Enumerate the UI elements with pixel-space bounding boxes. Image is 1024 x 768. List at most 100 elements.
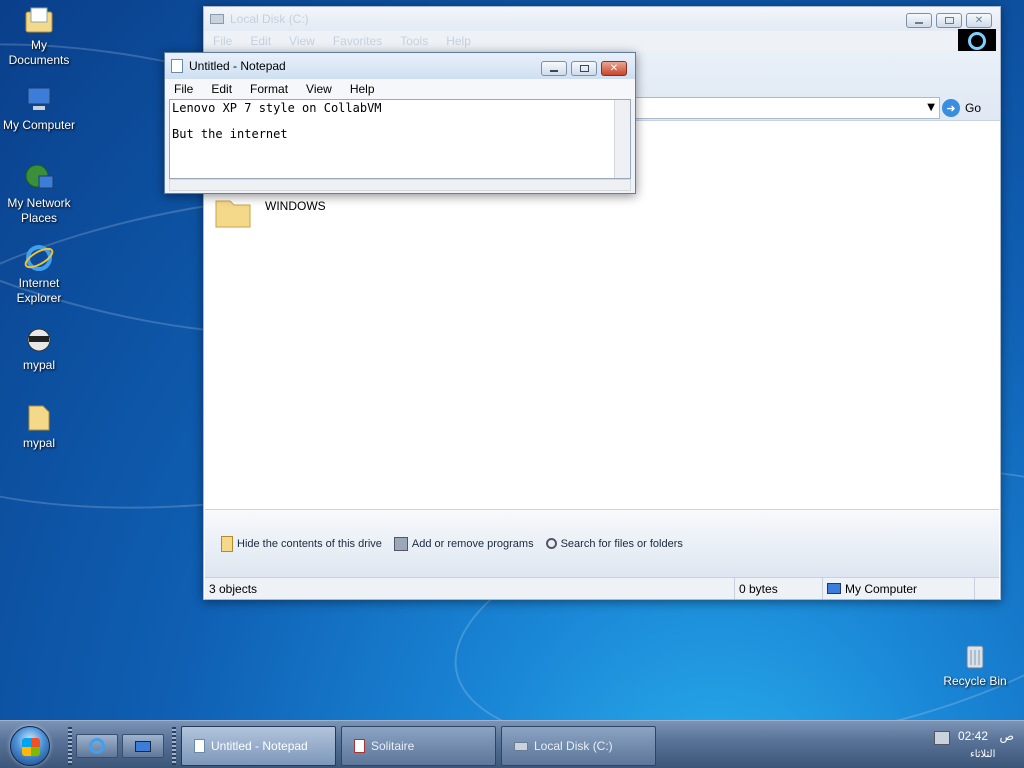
menu-edit[interactable]: Edit (202, 82, 241, 96)
close-button[interactable]: ✕ (966, 13, 992, 28)
quicklaunch-grip[interactable] (68, 727, 72, 765)
desktop-icon-label: Recycle Bin (943, 674, 1007, 688)
menu-help[interactable]: Help (437, 34, 480, 48)
taskbar-button-label: Solitaire (371, 739, 415, 753)
drive-icon (210, 14, 224, 24)
restore-icon (579, 65, 589, 72)
desktop-icon-recycle-bin[interactable]: Recycle Bin (936, 640, 1014, 689)
text-line: But the internet (172, 127, 288, 141)
notepad-icon (171, 59, 183, 73)
resize-grip[interactable] (975, 578, 999, 599)
maximize-button[interactable] (936, 13, 962, 28)
desktop-icon-label: My Network Places (7, 196, 71, 225)
status-bar: 3 objects 0 bytes My Computer (205, 577, 999, 599)
quicklaunch-show-desktop[interactable] (122, 734, 164, 758)
safely-remove-icon[interactable] (934, 731, 950, 745)
notepad-text-area[interactable]: Lenovo XP 7 style on CollabVM But the in… (169, 99, 631, 179)
go-label: Go (965, 101, 982, 115)
explorer-caption-buttons: ✕ (906, 13, 992, 28)
folder-icon (221, 535, 233, 552)
vertical-scrollbar[interactable] (614, 100, 630, 178)
explorer-titlebar[interactable]: Local Disk (C:) (204, 7, 1000, 31)
menu-file[interactable]: File (204, 34, 241, 48)
desktop-icon-label: mypal (22, 436, 55, 450)
clock-day: الثلاثاء (970, 749, 996, 760)
task-search[interactable]: Search for files or folders (545, 538, 683, 550)
task-hide-contents[interactable]: Hide the contents of this drive (221, 535, 382, 552)
taskbar-button-label: Local Disk (C:) (534, 739, 613, 753)
desktop-icon-mypal-browser[interactable]: mypal (0, 324, 78, 373)
desktop-icon-label: My Documents (8, 38, 70, 67)
desktop-icon-my-documents[interactable]: My Documents (0, 4, 78, 68)
task-label: Add or remove programs (411, 537, 534, 550)
status-objects: 3 objects (205, 578, 735, 599)
desktop-icon-mypal-folder[interactable]: mypal (0, 402, 78, 451)
menu-view[interactable]: View (297, 82, 341, 96)
menu-file[interactable]: File (165, 82, 202, 96)
computer-icon (827, 583, 841, 594)
menu-format[interactable]: Format (241, 82, 297, 96)
clock-time[interactable]: 02:42 (958, 729, 988, 743)
menu-view[interactable]: View (280, 34, 324, 48)
go-button[interactable]: ➜ Go (942, 97, 998, 119)
drive-icon (514, 741, 528, 751)
menu-edit[interactable]: Edit (241, 34, 280, 48)
folder-icon (23, 402, 55, 434)
status-location: My Computer (823, 578, 975, 599)
taskbar-grip[interactable] (172, 727, 176, 765)
taskbar-button-solitaire[interactable]: Solitaire (341, 726, 496, 766)
desktop-icon-label: Internet Explorer (16, 276, 62, 305)
close-icon: ✕ (609, 63, 619, 74)
taskbar-button-notepad[interactable]: Untitled - Notepad (181, 726, 336, 766)
desktop-icon-my-network-places[interactable]: My Network Places (0, 162, 78, 226)
programs-icon (393, 536, 408, 551)
close-icon: ✕ (974, 15, 984, 26)
windows-logo-icon (958, 29, 996, 53)
restore-icon (944, 17, 954, 24)
menu-tools[interactable]: Tools (391, 34, 437, 48)
maximize-button[interactable] (571, 61, 597, 76)
internet-explorer-icon (89, 738, 105, 754)
taskbar: Untitled - Notepad Solitaire Local Disk … (0, 720, 1024, 768)
desktop-icon-internet-explorer[interactable]: Internet Explorer (0, 242, 78, 306)
menu-help[interactable]: Help (341, 82, 384, 96)
close-button[interactable]: ✕ (601, 61, 627, 76)
mypal-raccoon-icon (23, 324, 55, 356)
solitaire-icon (354, 739, 365, 753)
status-size: 0 bytes (735, 578, 823, 599)
horizontal-scrollbar[interactable] (169, 179, 631, 191)
notepad-caption-buttons: ✕ (541, 61, 627, 76)
desktop-icon-label: My Computer (2, 118, 76, 132)
minimize-icon (550, 70, 558, 72)
minimize-button[interactable] (906, 13, 932, 28)
minimize-icon (915, 22, 923, 24)
menu-favorites[interactable]: Favorites (324, 34, 391, 48)
task-label: Hide the contents of this drive (237, 537, 382, 550)
windows-flag-icon (22, 738, 40, 756)
explorer-menubar: File Edit View Favorites Tools Help (204, 31, 1000, 51)
notepad-window[interactable]: Untitled - Notepad ✕ File Edit Format Vi… (164, 52, 636, 194)
item-label: WINDOWS (265, 199, 326, 213)
explorer-title: Local Disk (C:) (230, 12, 309, 26)
notepad-icon (194, 739, 205, 753)
folder-icon (213, 195, 253, 232)
clock-ampm: ص (999, 729, 1014, 743)
minimize-button[interactable] (541, 61, 567, 76)
task-add-remove-programs[interactable]: Add or remove programs (393, 536, 534, 551)
taskbar-button-label: Untitled - Notepad (211, 739, 308, 753)
documents-folder-icon (23, 4, 55, 36)
list-item[interactable]: WINDOWS (213, 195, 326, 232)
show-desktop-icon (135, 740, 151, 752)
desktop-icon-my-computer[interactable]: My Computer (0, 84, 78, 133)
dropdown-arrow-icon[interactable]: ▼ (927, 102, 935, 113)
start-button[interactable] (10, 726, 50, 766)
task-pane: Hide the contents of this drive Add or r… (205, 509, 999, 577)
desktop-icon-label: mypal (22, 358, 55, 372)
notepad-menubar: File Edit Format View Help (165, 79, 635, 99)
taskbar-button-local-disk[interactable]: Local Disk (C:) (501, 726, 656, 766)
go-arrow-icon: ➜ (942, 99, 960, 117)
notepad-title: Untitled - Notepad (189, 59, 286, 73)
status-location-label: My Computer (845, 581, 918, 596)
address-bar[interactable]: ▼ (634, 97, 940, 119)
quicklaunch-ie[interactable] (76, 734, 118, 758)
